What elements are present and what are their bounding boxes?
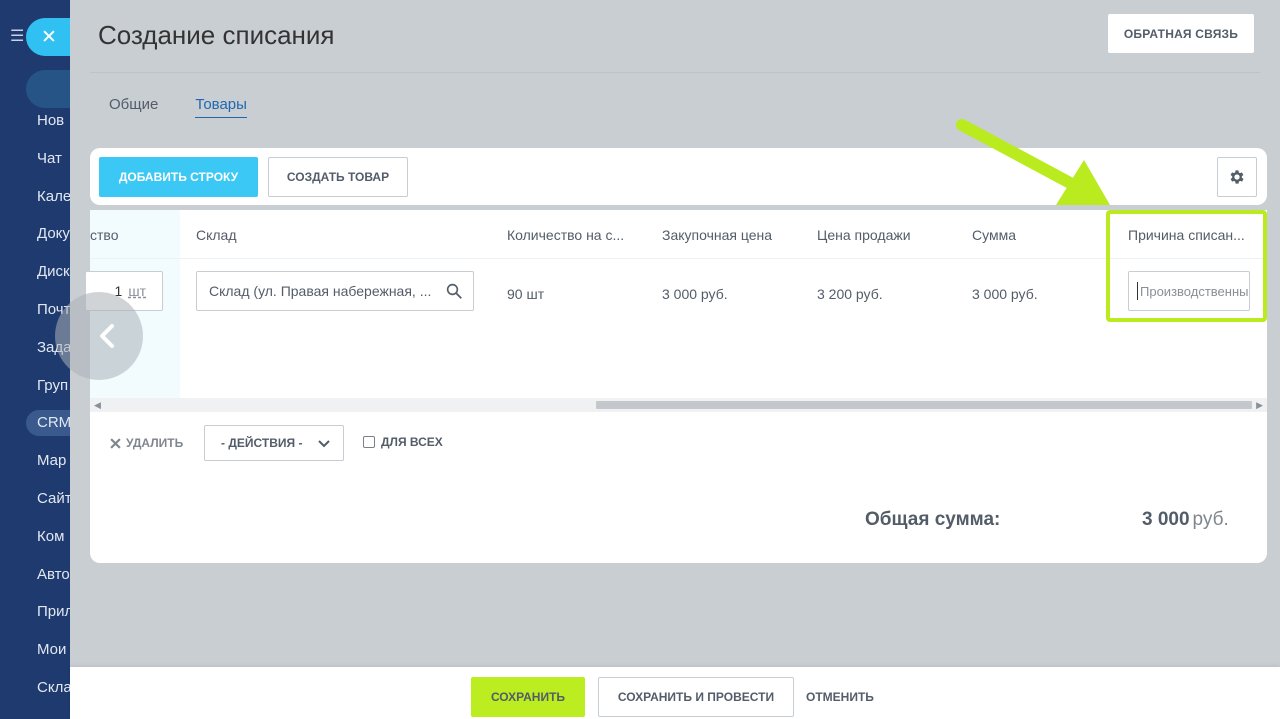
store-value: Склад (ул. Правая набережная, ... xyxy=(209,283,432,299)
sidebar-item[interactable]: Доку xyxy=(0,215,70,253)
for-all-checkbox[interactable]: ДЛЯ ВСЕХ xyxy=(363,435,443,449)
products-grid: ство Склад Количество на с... Закупочная… xyxy=(55,210,1267,563)
total-label: Общая сумма: xyxy=(865,509,1001,530)
close-slider-button[interactable]: ✕ xyxy=(26,18,70,56)
sidebar-item[interactable]: Груп xyxy=(0,367,70,405)
tab-general[interactable]: Общие xyxy=(109,96,158,118)
close-icon xyxy=(110,437,121,449)
divider xyxy=(90,72,1260,73)
slider-panel: Создание списания ОБРАТНАЯ СВЯЗЬ Общие Т… xyxy=(55,0,1280,719)
scroll-left-arrow-icon[interactable]: ◀ xyxy=(94,400,101,411)
for-all-label: ДЛЯ ВСЕХ xyxy=(381,435,443,449)
stock-qty-cell: 90 шт xyxy=(507,286,545,302)
sale-price-cell: 3 200 руб. xyxy=(817,286,883,302)
hamburger-menu-icon[interactable]: ☰ xyxy=(10,26,24,46)
chevron-left-icon xyxy=(100,324,114,348)
total-value: 3 000 руб. xyxy=(1142,509,1229,531)
sidebar-item[interactable]: Кале xyxy=(0,178,70,216)
sum-cell: 3 000 руб. xyxy=(972,286,1038,302)
add-row-button[interactable]: ДОБАВИТЬ СТРОКУ xyxy=(99,157,258,197)
annotation-highlight-box xyxy=(1106,210,1267,322)
scroll-left-button[interactable] xyxy=(55,292,143,380)
sidebar-item[interactable]: Скла xyxy=(0,669,70,707)
portal-sidebar: ☰ Нов Чат Кале Доку Диск Почт Зада Груп … xyxy=(0,0,70,719)
purchase-price-cell: 3 000 руб. xyxy=(662,286,728,302)
actions-select[interactable]: - ДЕЙСТВИЯ - xyxy=(204,425,344,461)
total-currency: руб. xyxy=(1192,509,1229,530)
close-icon: ✕ xyxy=(41,26,57,48)
sidebar-item[interactable]: Мои xyxy=(0,631,70,669)
sidebar-item[interactable]: Чат xyxy=(0,140,70,178)
sidebar-item[interactable]: Ком xyxy=(0,518,70,556)
column-header-stock-qty[interactable]: Количество на с... xyxy=(507,227,624,243)
create-product-button[interactable]: СОЗДАТЬ ТОВАР xyxy=(268,157,408,197)
gear-icon xyxy=(1230,170,1244,184)
actions-select-value: - ДЕЙСТВИЯ - xyxy=(221,436,303,450)
sidebar-item-label: CRM xyxy=(26,410,70,437)
sidebar-item[interactable]: Сайт xyxy=(0,480,70,518)
save-and-conduct-button[interactable]: СОХРАНИТЬ И ПРОВЕСТИ xyxy=(598,677,794,717)
horizontal-scrollbar[interactable]: ◀ ▶ xyxy=(90,398,1267,412)
search-icon[interactable] xyxy=(445,282,463,300)
sidebar-item[interactable]: Нов xyxy=(0,102,70,140)
products-toolbar: ДОБАВИТЬ СТРОКУ СОЗДАТЬ ТОВАР xyxy=(90,148,1267,205)
sidebar-item[interactable]: Диск xyxy=(0,253,70,291)
sidebar-item[interactable]: П xyxy=(0,707,70,719)
unit-selector[interactable]: шт xyxy=(128,283,146,299)
tabs: Общие Товары xyxy=(109,96,247,118)
column-header-sale-price[interactable]: Цена продажи xyxy=(817,227,911,243)
grid-settings-button[interactable] xyxy=(1217,157,1257,197)
sidebar-item[interactable]: Прил xyxy=(0,593,70,631)
column-header-quantity[interactable]: ство xyxy=(90,227,118,243)
save-button[interactable]: СОХРАНИТЬ xyxy=(471,677,585,717)
scroll-right-arrow-icon[interactable]: ▶ xyxy=(1256,400,1263,411)
tab-products[interactable]: Товары xyxy=(195,96,247,118)
total-amount: 3 000 xyxy=(1142,509,1190,530)
page-title: Создание списания xyxy=(98,20,335,50)
scrollbar-thumb[interactable] xyxy=(596,401,1252,409)
portal-menu: Нов Чат Кале Доку Диск Почт Зада Груп CR… xyxy=(0,102,70,719)
sidebar-item[interactable]: Мар xyxy=(0,442,70,480)
delete-label: УДАЛИТЬ xyxy=(126,436,184,450)
chevron-down-icon xyxy=(318,440,330,448)
checkbox[interactable] xyxy=(363,436,375,448)
footer-bar: СОХРАНИТЬ СОХРАНИТЬ И ПРОВЕСТИ ОТМЕНИТЬ xyxy=(70,667,1280,719)
column-header-store[interactable]: Склад xyxy=(196,227,237,243)
sidebar-item-crm[interactable]: CRM xyxy=(0,404,70,442)
store-input[interactable]: Склад (ул. Правая набережная, ... xyxy=(196,271,474,311)
header-divider xyxy=(90,258,1267,259)
delete-button[interactable]: УДАЛИТЬ xyxy=(110,436,183,450)
sidebar-item[interactable]: Авто xyxy=(0,556,70,594)
cancel-button[interactable]: ОТМЕНИТЬ xyxy=(806,690,874,704)
feedback-button[interactable]: ОБРАТНАЯ СВЯЗЬ xyxy=(1108,14,1254,53)
column-header-purchase-price[interactable]: Закупочная цена xyxy=(662,227,772,243)
column-header-sum[interactable]: Сумма xyxy=(972,227,1016,243)
